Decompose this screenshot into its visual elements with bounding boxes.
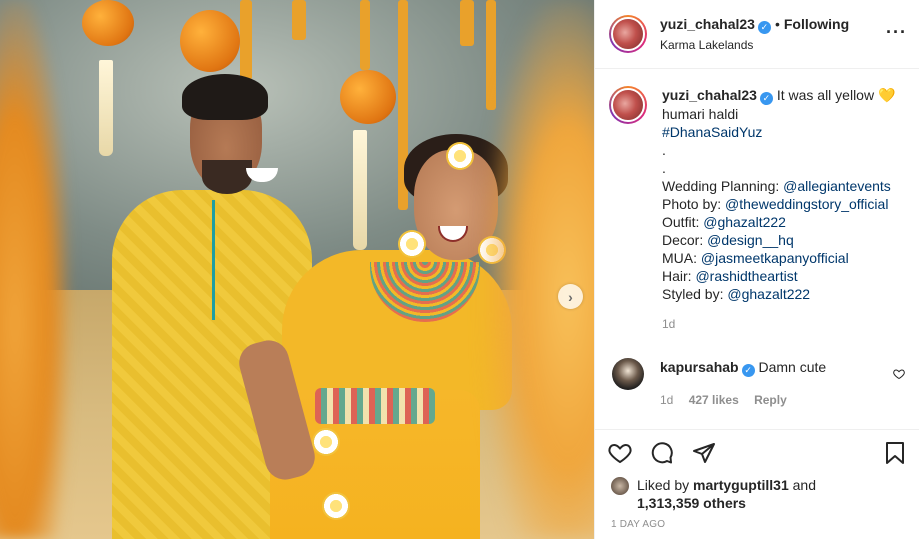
instagram-post-modal: › yuzi_chahal23 ✓ • Following Karma Lakelan…	[0, 0, 919, 539]
likes-count[interactable]: 1,313,359 others	[637, 495, 746, 511]
groom-beard	[202, 160, 252, 194]
more-options-icon[interactable]: ···	[886, 22, 907, 43]
post-sidebar: yuzi_chahal23 ✓ • Following Karma Lakelands…	[594, 0, 919, 539]
bookmark-icon[interactable]	[882, 440, 908, 466]
caption-credit-label: Photo by:	[662, 196, 726, 212]
marigold-ball	[180, 10, 240, 72]
verified-badge-icon: ✓	[759, 92, 773, 105]
embroidered-belt	[315, 388, 435, 424]
author-username[interactable]: yuzi_chahal23	[660, 16, 755, 32]
foreground-blur	[484, 0, 594, 539]
caption-credit-label: MUA:	[662, 250, 701, 266]
comment-text: Damn cute	[758, 359, 827, 375]
liker-avatar[interactable]	[611, 477, 629, 495]
like-icon[interactable]	[607, 440, 633, 466]
carousel-next-button[interactable]: ›	[558, 284, 583, 309]
foreground-blur	[0, 0, 70, 539]
caption-line: humari haldi	[662, 106, 739, 122]
caption-avatar-image	[611, 88, 645, 122]
collar-trim	[212, 200, 242, 320]
garland-string	[460, 0, 474, 46]
caption-avatar[interactable]	[609, 86, 647, 124]
mention-link[interactable]: @allegiantevents	[783, 178, 891, 194]
comment-body: kapursahab ✓ Damn cute 1d 427 likes Reply	[660, 358, 826, 409]
following-button[interactable]: Following	[784, 16, 849, 32]
share-icon[interactable]	[691, 440, 717, 466]
caption-credit-label: Outfit:	[662, 214, 704, 230]
header-text: yuzi_chahal23 ✓ • Following Karma Lakelands	[660, 15, 849, 54]
mention-link[interactable]: @ghazalt222	[727, 286, 810, 302]
tassel	[99, 60, 113, 156]
comment-likes[interactable]: 427 likes	[689, 393, 739, 407]
comment-item: kapursahab ✓ Damn cute 1d 427 likes Reply	[609, 358, 909, 409]
post-age[interactable]: 1 DAY AGO	[611, 519, 665, 530]
yellow-heart-icon: 💛	[877, 87, 896, 103]
flower-bracelet	[312, 428, 340, 456]
marigold-ball	[340, 70, 396, 124]
flower-earring	[398, 230, 426, 258]
post-photo[interactable]: ›	[0, 0, 594, 539]
separator-dot: •	[774, 15, 780, 32]
liked-by-label: Liked by	[637, 477, 694, 493]
chevron-right-icon: ›	[568, 288, 573, 305]
verified-badge-icon: ✓	[741, 364, 755, 377]
mention-link[interactable]: @design__hq	[707, 232, 794, 248]
caption-credit-label: Hair:	[662, 268, 696, 284]
reply-button[interactable]: Reply	[754, 393, 787, 407]
location-link[interactable]: Karma Lakelands	[660, 36, 849, 54]
post-actions: Liked by martyguptill31 and 1,313,359 ot…	[595, 429, 919, 539]
caption-credit-label: Decor:	[662, 232, 708, 248]
tassel	[353, 130, 367, 250]
comment-meta: 1d 427 likes Reply	[660, 391, 826, 409]
likes-summary: Liked by martyguptill31 and 1,313,359 ot…	[611, 476, 816, 512]
caption-credit-label: Wedding Planning:	[662, 178, 784, 194]
flower-ring	[322, 492, 350, 520]
garland-string	[292, 0, 306, 40]
likes-text: Liked by martyguptill31 and 1,313,359 ot…	[637, 476, 816, 512]
groom-hair	[182, 74, 268, 120]
garland-string	[360, 0, 370, 70]
caption-username[interactable]: yuzi_chahal23	[662, 87, 757, 103]
commenter-avatar[interactable]	[612, 358, 644, 390]
caption-line: .	[662, 142, 666, 158]
mention-link[interactable]: @rashidtheartist	[695, 268, 797, 284]
hair-flower	[446, 142, 474, 170]
post-header: yuzi_chahal23 ✓ • Following Karma Lakelands…	[595, 0, 919, 69]
marigold-ball	[82, 0, 134, 46]
verified-badge-icon: ✓	[757, 20, 771, 34]
action-icons	[607, 440, 717, 466]
mention-link[interactable]: @ghazalt222	[703, 214, 786, 230]
author-avatar[interactable]	[609, 15, 647, 53]
comment-icon[interactable]	[649, 440, 675, 466]
mention-link[interactable]: @theweddingstory_official	[725, 196, 888, 212]
mention-link[interactable]: @jasmeetkapanyofficial	[701, 250, 849, 266]
hashtag-link[interactable]: #DhanaSaidYuz	[662, 124, 762, 140]
likes-and: and	[788, 477, 816, 493]
garland-string	[240, 0, 252, 80]
caption-timestamp[interactable]: 1d	[662, 315, 895, 333]
caption-body: yuzi_chahal23 ✓ It was all yellow 💛 humar…	[662, 86, 895, 333]
comment-like-icon[interactable]	[893, 368, 905, 383]
post-caption: yuzi_chahal23 ✓ It was all yellow 💛 humar…	[609, 86, 909, 333]
caption-credit-label: Styled by:	[662, 286, 728, 302]
liker-username[interactable]: martyguptill31	[693, 477, 789, 493]
caption-line: .	[662, 160, 666, 176]
comment-time[interactable]: 1d	[660, 393, 673, 407]
author-avatar-image	[611, 17, 645, 51]
caption-line: It was all yellow	[776, 87, 875, 103]
commenter-username[interactable]: kapursahab	[660, 359, 739, 375]
